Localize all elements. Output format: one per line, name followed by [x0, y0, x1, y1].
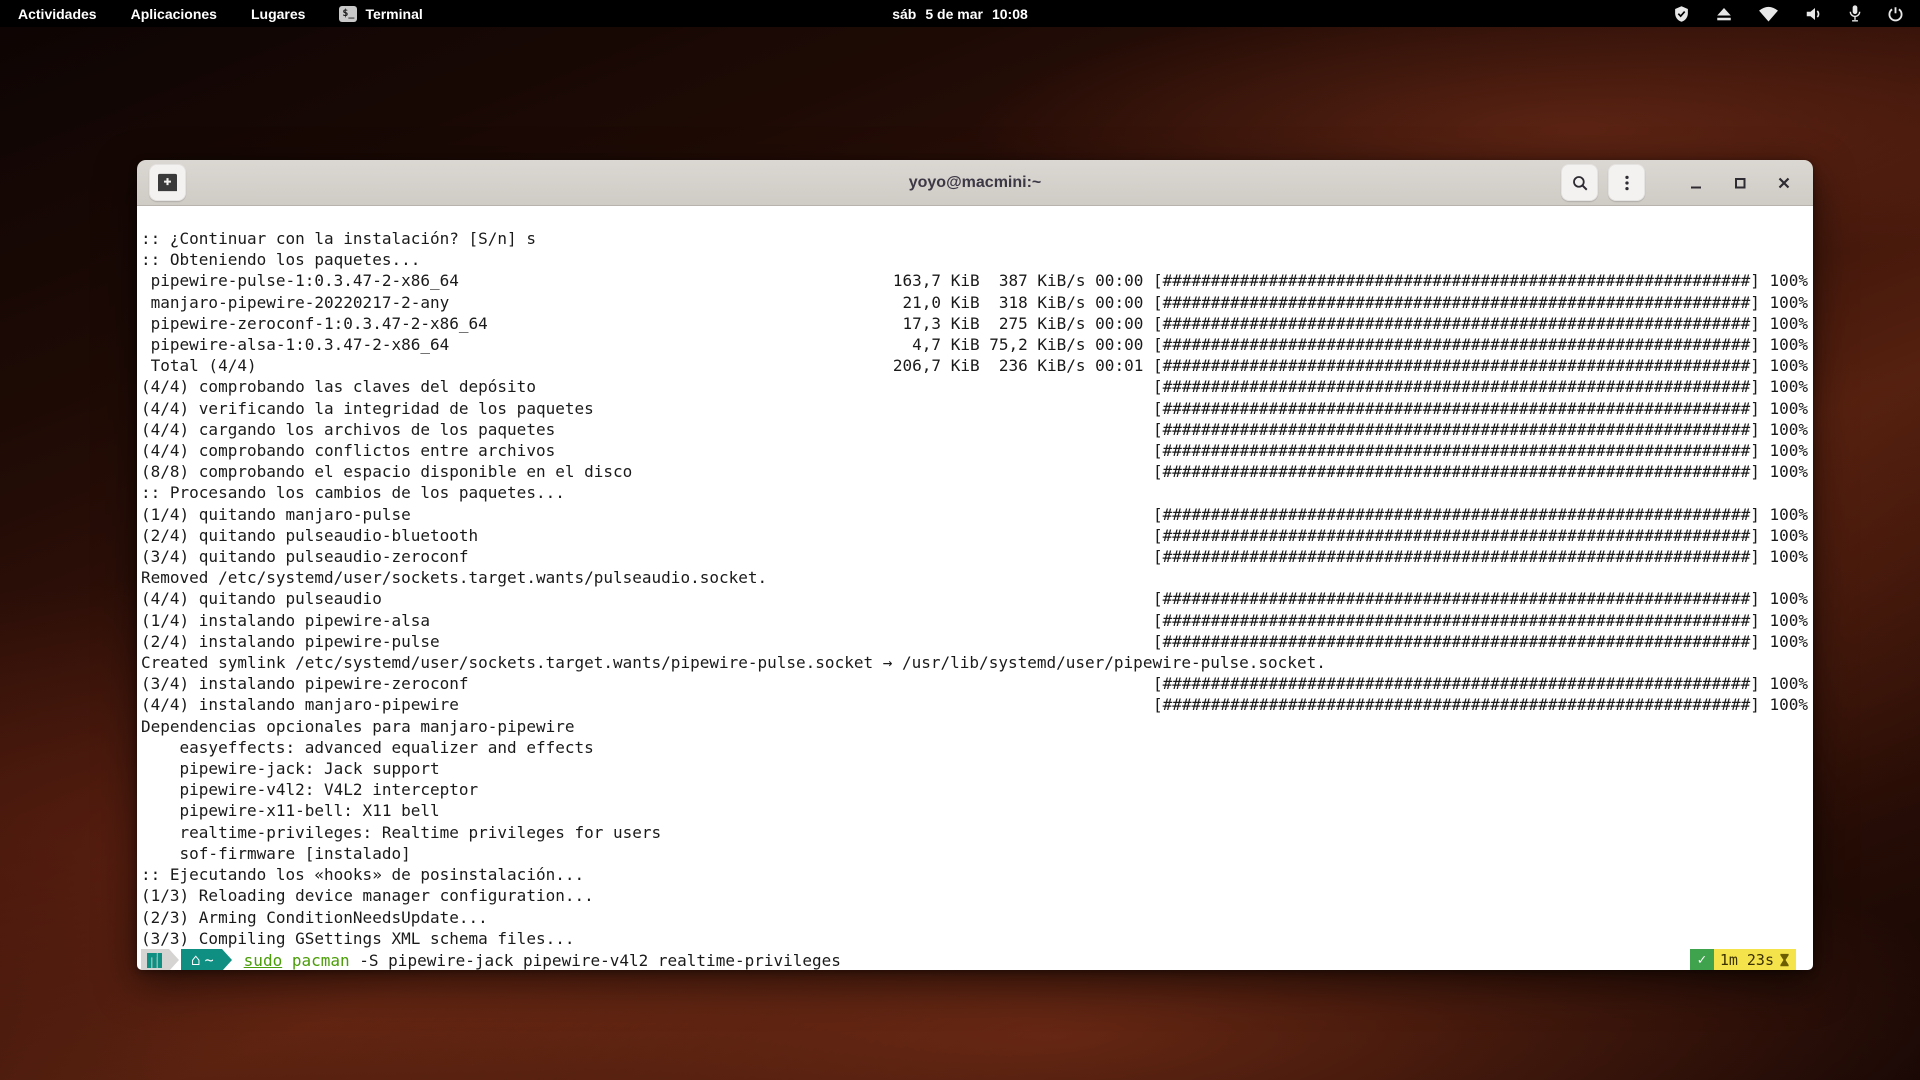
terminal-line: (4/4) comprobando las claves del depósit…	[141, 376, 1808, 397]
terminal-line: pipewire-x11-bell: X11 bell	[141, 800, 1808, 821]
terminal-line: sof-firmware [instalado]	[141, 843, 1808, 864]
top-bar: Actividades Aplicaciones Lugares $_ Term…	[0, 0, 1920, 27]
prompt-right-status: ✓ 1m 23s	[1690, 949, 1796, 970]
activities-button[interactable]: Actividades	[18, 6, 97, 22]
terminal-output: :: ¿Continuar con la instalación? [S/n] …	[141, 228, 1808, 949]
new-tab-button[interactable]	[149, 164, 186, 201]
power-icon	[1887, 5, 1904, 23]
terminal-line: (1/4) quitando manjaro-pulse[###########…	[141, 504, 1808, 525]
menu-button[interactable]	[1608, 164, 1645, 201]
clock-time: 10:08	[992, 6, 1028, 22]
terminal-line: :: Obteniendo los paquetes...	[141, 249, 1808, 270]
terminal-line: (3/4) quitando pulseaudio-zeroconf[#####…	[141, 546, 1808, 567]
shield-check-icon	[1673, 5, 1690, 23]
shell-prompt: ⌂ ~ sudo pacman -S pipewire-jack pipewir…	[141, 949, 1808, 970]
terminal-line: (4/4) quitando pulseaudio[##############…	[141, 588, 1808, 609]
minimize-icon	[1688, 175, 1704, 191]
clock-day: sáb	[892, 6, 916, 22]
system-status-area[interactable]	[1673, 4, 1920, 23]
places-menu[interactable]: Lugares	[251, 6, 305, 22]
close-icon	[1776, 175, 1792, 191]
terminal-window: yoyo@macmini:~	[137, 160, 1813, 970]
minimize-button[interactable]	[1679, 166, 1713, 200]
home-icon: ⌂	[191, 952, 201, 968]
maximize-button[interactable]	[1723, 166, 1757, 200]
applications-menu[interactable]: Aplicaciones	[131, 6, 217, 22]
terminal-line: (4/4) instalando manjaro-pipewire[######…	[141, 694, 1808, 715]
exit-status-badge: ✓	[1690, 949, 1714, 970]
terminal-line: pipewire-zeroconf-1:0.3.47-2-x86_6417,3 …	[141, 313, 1808, 334]
volume-icon	[1804, 5, 1823, 23]
close-button[interactable]	[1767, 166, 1801, 200]
command-duration: 1m 23s	[1720, 950, 1774, 970]
new-tab-icon	[157, 173, 178, 192]
window-titlebar[interactable]: yoyo@macmini:~	[137, 160, 1813, 206]
terminal-line: pipewire-v4l2: V4L2 interceptor	[141, 779, 1808, 800]
eject-icon	[1715, 5, 1733, 23]
terminal-line: easyeffects: advanced equalizer and effe…	[141, 737, 1808, 758]
terminal-line: pipewire-alsa-1:0.3.47-2-x86_644,7 KiB75…	[141, 334, 1808, 355]
terminal-line: (4/4) comprobando conflictos entre archi…	[141, 440, 1808, 461]
clock-date: 5 de mar	[925, 6, 983, 22]
focused-app-menu[interactable]: $_ Terminal	[339, 6, 422, 22]
terminal-line: pipewire-jack: Jack support	[141, 758, 1808, 779]
microphone-icon	[1848, 4, 1862, 23]
terminal-line: (8/8) comprobando el espacio disponible …	[141, 461, 1808, 482]
terminal-line: (3/4) instalando pipewire-zeroconf[#####…	[141, 673, 1808, 694]
hourglass-icon	[1779, 953, 1790, 967]
kebab-menu-icon	[1618, 174, 1636, 192]
terminal-line: (4/4) verificando la integridad de los p…	[141, 398, 1808, 419]
manjaro-logo-icon	[147, 953, 162, 968]
focused-app-label: Terminal	[365, 6, 422, 22]
terminal-line: (2/4) quitando pulseaudio-bluetooth[####…	[141, 525, 1808, 546]
terminal-screen[interactable]: :: ¿Continuar con la instalación? [S/n] …	[137, 206, 1813, 970]
terminal-line: (1/3) Reloading device manager configura…	[141, 885, 1808, 906]
terminal-line: :: Procesando los cambios de los paquete…	[141, 482, 1808, 503]
prompt-arrow	[169, 949, 179, 970]
command-line[interactable]: sudo pacman -S pipewire-jack pipewire-v4…	[244, 949, 841, 970]
search-icon	[1571, 174, 1589, 192]
terminal-line: realtime-privileges: Realtime privileges…	[141, 822, 1808, 843]
terminal-line: manjaro-pipewire-20220217-2-any21,0 KiB3…	[141, 292, 1808, 313]
prompt-path-segment: ⌂ ~	[181, 949, 222, 970]
terminal-line: Created symlink /etc/systemd/user/socket…	[141, 652, 1808, 673]
terminal-app-icon: $_	[339, 6, 357, 22]
maximize-icon	[1732, 175, 1748, 191]
wifi-icon	[1758, 5, 1779, 23]
prompt-arrow-2	[222, 949, 232, 970]
terminal-line: Dependencias opcionales para manjaro-pip…	[141, 716, 1808, 737]
terminal-line: (4/4) cargando los archivos de los paque…	[141, 419, 1808, 440]
terminal-line: :: ¿Continuar con la instalación? [S/n] …	[141, 228, 1808, 249]
terminal-line: (1/4) instalando pipewire-alsa[#########…	[141, 610, 1808, 631]
terminal-line: Total (4/4)206,7 KiB236 KiB/s00:01[#####…	[141, 355, 1808, 376]
terminal-line: :: Ejecutando los «hooks» de posinstalac…	[141, 864, 1808, 885]
terminal-line: (2/3) Arming ConditionNeedsUpdate...	[141, 907, 1808, 928]
prompt-distro-segment	[141, 949, 169, 970]
terminal-line: (3/3) Compiling GSettings XML schema fil…	[141, 928, 1808, 949]
search-button[interactable]	[1561, 164, 1598, 201]
terminal-line: pipewire-pulse-1:0.3.47-2-x86_64163,7 Ki…	[141, 270, 1808, 291]
prompt-path: ~	[205, 950, 214, 970]
terminal-line: (2/4) instalando pipewire-pulse[########…	[141, 631, 1808, 652]
terminal-line: Removed /etc/systemd/user/sockets.target…	[141, 567, 1808, 588]
